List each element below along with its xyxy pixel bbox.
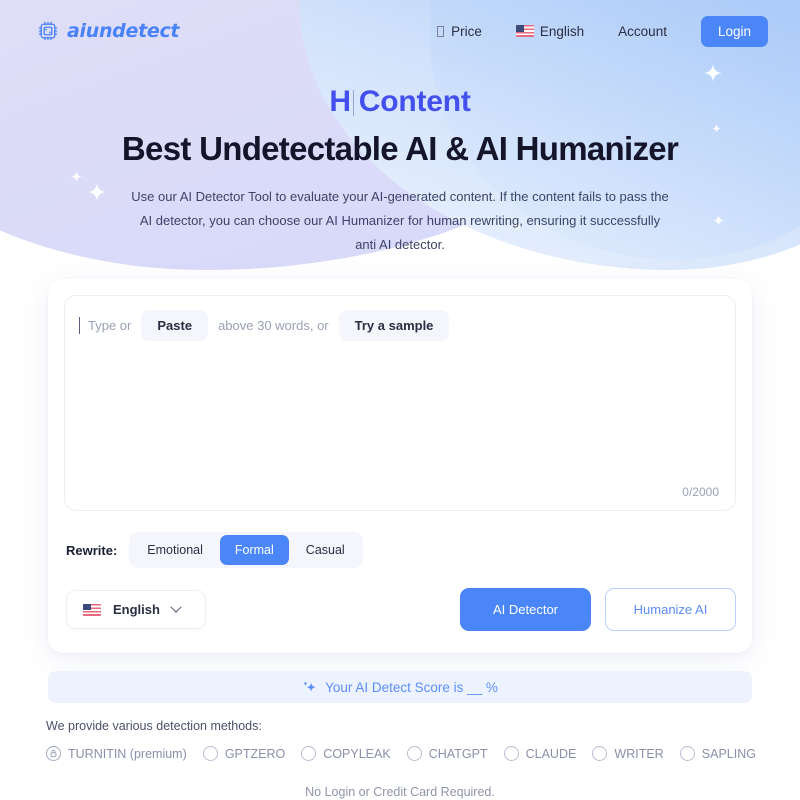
nav-label-language: English <box>539 23 585 39</box>
typewriter-text: H <box>329 85 351 118</box>
footer-note: No Login or Credit Card Required. <box>305 785 495 800</box>
detection-methods-section: We provide various detection methods: TU… <box>44 719 756 762</box>
typewriter-headline: H Content <box>0 82 800 122</box>
method-label-chatgpt: CHATGPT <box>428 746 488 761</box>
method-label-sapling: SAPLING <box>701 746 756 761</box>
chevron-down-icon <box>170 601 182 613</box>
site-header: aiundetect Price English Account Login <box>0 0 800 62</box>
method-option-turnitin[interactable]: TURNITIN (premium) <box>46 746 187 762</box>
login-button[interactable]: Login <box>700 15 768 47</box>
try-sample-button[interactable]: Try a sample <box>338 310 450 342</box>
language-select[interactable]: English <box>66 590 206 630</box>
radio-icon <box>301 746 317 762</box>
hero-section: H Content Best Undetectable AI & AI Human… <box>0 62 800 257</box>
method-label-turnitin: TURNITIN (premium) <box>68 746 187 761</box>
us-flag-icon <box>515 25 534 37</box>
humanize-ai-button[interactable]: Humanize AI <box>605 588 736 632</box>
action-row: English AI Detector Humanize AI <box>64 588 736 632</box>
language-select-value: English <box>113 602 160 618</box>
tone-toggle-group: Emotional Formal Casual <box>129 532 363 569</box>
brand-name: aiundetect <box>67 20 180 42</box>
nav-link-price[interactable]: Price <box>437 24 482 39</box>
score-banner: Your AI Detect Score is __ % <box>48 671 752 704</box>
method-option-gptzero[interactable]: GPTZERO <box>202 746 286 762</box>
tone-button-emotional[interactable]: Emotional <box>132 535 218 565</box>
paste-button[interactable]: Paste <box>141 310 209 342</box>
rewrite-label: Rewrite: <box>66 542 118 558</box>
method-label-gptzero: GPTZERO <box>224 746 286 761</box>
us-flag-icon <box>83 603 101 616</box>
brand-logo[interactable]: aiundetect <box>36 19 180 43</box>
method-option-chatgpt[interactable]: CHATGPT <box>406 746 488 762</box>
detection-methods-list: TURNITIN (premium) GPTZERO COPYLEAK CHAT… <box>46 746 756 762</box>
method-option-sapling[interactable]: SAPLING <box>679 746 756 762</box>
character-counter: 0/2000 <box>682 485 719 500</box>
nav-label-account: Account <box>618 23 667 39</box>
tool-card: Type or Paste above 30 words, or Try a s… <box>48 279 752 654</box>
text-caret-icon <box>352 90 354 116</box>
typewriter-suffix: Content <box>358 85 471 118</box>
tone-button-casual[interactable]: Casual <box>291 535 360 565</box>
page-title: Best Undetectable AI & AI Humanizer <box>121 130 679 167</box>
tone-button-formal[interactable]: Formal <box>219 535 289 566</box>
placeholder-middle: above 30 words, or <box>218 318 329 334</box>
method-option-claude[interactable]: CLAUDE <box>503 746 577 762</box>
method-label-copyleak: COPYLEAK <box>323 746 391 761</box>
nav-link-language[interactable]: English <box>515 23 585 39</box>
radio-icon <box>202 746 218 762</box>
method-option-copyleak[interactable]: COPYLEAK <box>301 746 391 762</box>
method-option-writer[interactable]: WRITER <box>592 746 664 762</box>
lock-icon <box>46 746 61 762</box>
editor-placeholder-row: Type or Paste above 30 words, or Try a s… <box>79 310 721 342</box>
score-text: Your AI Detect Score is __ % <box>325 679 498 695</box>
main-nav: Price English Account Login <box>437 15 768 47</box>
sparkle-icon <box>303 680 316 692</box>
placeholder-prefix: Type or <box>88 318 132 334</box>
text-input-area[interactable]: Type or Paste above 30 words, or Try a s… <box>64 295 736 512</box>
method-label-writer: WRITER <box>614 746 664 761</box>
tofu-glyph-icon <box>437 25 445 37</box>
radio-icon <box>679 746 695 762</box>
radio-icon <box>406 746 422 762</box>
cta-group: AI Detector Humanize AI <box>460 588 736 632</box>
radio-icon <box>592 746 608 762</box>
ai-detector-button[interactable]: AI Detector <box>460 588 591 632</box>
chip-icon <box>38 21 58 41</box>
rewrite-options-row: Rewrite: Emotional Formal Casual <box>64 532 736 569</box>
input-caret-icon <box>79 317 80 335</box>
radio-icon <box>503 746 519 762</box>
nav-label-price: Price <box>451 23 482 39</box>
hero-description: Use our AI Detector Tool to evaluate you… <box>131 188 669 253</box>
nav-link-account[interactable]: Account <box>618 24 667 39</box>
method-label-claude: CLAUDE <box>525 746 577 761</box>
detection-methods-label: We provide various detection methods: <box>46 719 262 734</box>
